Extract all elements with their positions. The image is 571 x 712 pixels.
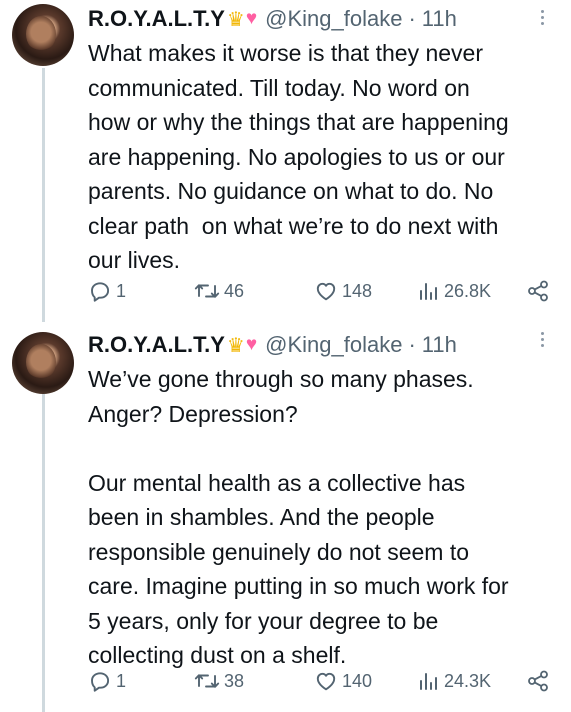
like-count: 148 [342, 280, 373, 301]
views-count: 26.8K [444, 280, 492, 301]
thread-connector-line [42, 68, 45, 322]
views-button[interactable]: 26.8K [416, 279, 491, 303]
thread-connector-line [42, 390, 45, 712]
tweet-actions: 1 38 140 24.3K [88, 666, 571, 696]
tweet-text: We’ve gone through so many phases. Anger… [88, 366, 509, 668]
reply-button[interactable]: 1 [88, 669, 126, 693]
more-options-icon[interactable] [541, 332, 545, 350]
share-button[interactable] [526, 279, 550, 303]
tweet-actions: 1 46 148 26.8K [88, 276, 571, 306]
tweet[interactable]: R.O.Y.A.L.T.Y ♛ ♥ @King_folake · 11h What… [0, 0, 571, 322]
tweet[interactable]: R.O.Y.A.L.T.Y ♛ ♥ @King_folake · 11h We’v… [0, 322, 571, 712]
author-emojis: ♛ ♥ [227, 7, 257, 32]
heart-icon [316, 282, 336, 301]
author-emojis: ♛ ♥ [227, 333, 257, 358]
tweet-text: What makes it worse is that they never c… [88, 40, 509, 273]
author-handle[interactable]: @King_folake [265, 6, 402, 32]
timestamp[interactable]: 11h [422, 332, 457, 358]
author-name[interactable]: R.O.Y.A.L.T.Y [88, 332, 225, 358]
separator-dot: · [408, 6, 416, 31]
views-button[interactable]: 24.3K [416, 669, 491, 693]
reply-count: 1 [116, 280, 127, 301]
crown-emoji-icon: ♛ [226, 334, 245, 357]
views-chart-icon [420, 283, 437, 300]
more-options-icon[interactable] [541, 10, 545, 28]
tweet-content: R.O.Y.A.L.T.Y ♛ ♥ @King_folake · 11h What… [88, 0, 559, 278]
tweet-thread: R.O.Y.A.L.T.Y ♛ ♥ @King_folake · 11h What… [0, 0, 571, 712]
heart-emoji-icon: ♥ [245, 8, 258, 29]
retweet-icon [194, 284, 220, 298]
share-icon [528, 280, 548, 302]
retweet-count: 38 [224, 670, 245, 691]
like-button[interactable]: 140 [314, 669, 372, 693]
crown-emoji-icon: ♛ [226, 8, 245, 31]
tweet-header: R.O.Y.A.L.T.Y ♛ ♥ @King_folake · 11h [88, 324, 559, 366]
author-handle[interactable]: @King_folake [265, 332, 402, 358]
author-name[interactable]: R.O.Y.A.L.T.Y [88, 6, 225, 32]
retweet-button[interactable]: 46 [194, 279, 244, 303]
heart-emoji-icon: ♥ [245, 334, 258, 355]
retweet-count: 46 [224, 280, 245, 301]
reply-icon [91, 672, 110, 692]
retweet-button[interactable]: 38 [194, 669, 244, 693]
views-count: 24.3K [444, 670, 492, 691]
reply-button[interactable]: 1 [88, 279, 126, 303]
avatar[interactable] [12, 332, 74, 394]
timestamp[interactable]: 11h [422, 6, 457, 32]
retweet-icon [194, 674, 220, 688]
avatar[interactable] [12, 4, 74, 66]
reply-count: 1 [116, 670, 127, 691]
share-button[interactable] [526, 669, 550, 693]
like-count: 140 [342, 670, 373, 691]
heart-icon [316, 672, 336, 691]
reply-icon [91, 282, 110, 302]
views-chart-icon [420, 673, 437, 690]
share-icon [528, 670, 548, 692]
separator-dot: · [408, 332, 416, 357]
like-button[interactable]: 148 [314, 279, 372, 303]
tweet-header: R.O.Y.A.L.T.Y ♛ ♥ @King_folake · 11h [88, 0, 559, 38]
tweet-content: R.O.Y.A.L.T.Y ♛ ♥ @King_folake · 11h We’v… [88, 322, 559, 673]
